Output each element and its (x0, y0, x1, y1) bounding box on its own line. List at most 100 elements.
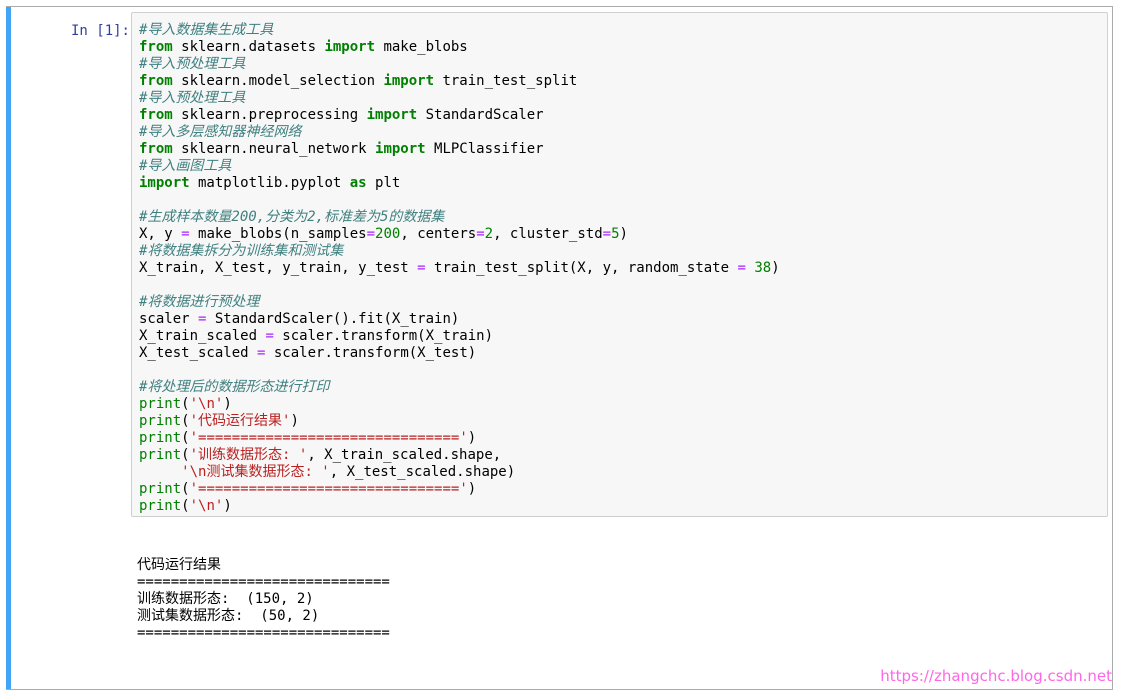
code-token: import (324, 39, 376, 55)
code-line: ​ (139, 277, 780, 294)
code-token: = (265, 328, 274, 344)
code-token: 2 (484, 226, 494, 242)
code-token: ) (619, 226, 628, 242)
code-line: X, y = make_blobs(n_samples=200, centers… (139, 226, 780, 243)
code-token: scaler.transform(X_test) (265, 345, 477, 361)
code-token: ( (181, 413, 190, 429)
code-token: 38 (754, 260, 772, 276)
watermark-url: https://zhangchc.blog.csdn.net (880, 667, 1112, 685)
code-token: #将处理后的数据形态进行打印 (139, 379, 330, 395)
code-line: print('\n') (139, 498, 780, 515)
code-token: '===============================' (189, 430, 468, 446)
cell-output: 代码运行结果 ============================== 训练数据… (137, 557, 390, 642)
code-token: #导入预处理工具 (139, 90, 246, 106)
code-token: as (349, 175, 367, 191)
code-token: train_test_split(X, y, random_state (425, 260, 738, 276)
code-token: ) (467, 481, 477, 497)
code-token: make_blobs(n_samples (189, 226, 367, 242)
code-line: print('===============================') (139, 481, 780, 498)
code-line: #生成样本数量200,分类为2,标准差为5的数据集 (139, 209, 780, 226)
code-line: ​ (139, 192, 780, 209)
code-token: ( (181, 430, 190, 446)
code-token: MLPClassifier (425, 141, 544, 157)
code-token: X_test_scaled (139, 345, 258, 361)
code-line: X_train_scaled = scaler.transform(X_trai… (139, 328, 780, 345)
output-line: 测试集数据形态: (50, 2) (137, 608, 320, 624)
code-token: from (139, 39, 173, 55)
code-cell[interactable]: In [1]: #导入数据集生成工具 from sklearn.datasets … (6, 6, 1113, 690)
code-token: train_test_split (434, 73, 578, 89)
code-token: , centers (400, 226, 477, 242)
code-token: #导入多层感知器神经网络 (139, 124, 302, 140)
code-line: #导入画图工具 (139, 158, 780, 175)
code-token: #导入预处理工具 (139, 56, 246, 72)
code-token: ( (181, 498, 190, 514)
output-line: 代码运行结果 (137, 557, 221, 573)
code-token: sklearn.datasets (172, 39, 325, 55)
code-line: #将数据进行预处理 (139, 294, 780, 311)
code-line: '\n测试集数据形态: ', X_test_scaled.shape) (139, 464, 780, 481)
code-token: = (366, 226, 376, 242)
code-token: 200 (375, 226, 401, 242)
code-line: print('===============================') (139, 430, 780, 447)
code-token: import (383, 73, 435, 89)
code-token: '训练数据形态: ' (189, 447, 308, 463)
code-token: from (139, 141, 173, 157)
input-prompt: In [1]: (70, 23, 130, 39)
code-token: sklearn.preprocessing (172, 107, 367, 123)
code-token: from (139, 73, 173, 89)
code-token: StandardScaler (417, 107, 544, 123)
code-token: ) (290, 413, 299, 429)
code-token: = (181, 226, 190, 242)
code-token: #导入画图工具 (139, 158, 232, 174)
code-token: print (139, 430, 182, 446)
code-token: StandardScaler().fit(X_train) (206, 311, 460, 327)
code-block[interactable]: #导入数据集生成工具 from sklearn.datasets import m… (139, 22, 780, 515)
code-line: X_test_scaled = scaler.transform(X_test) (139, 345, 780, 362)
code-token: '===============================' (189, 481, 468, 497)
code-token: 5 (611, 226, 620, 242)
code-token: print (139, 396, 182, 412)
code-token: = (417, 260, 426, 276)
code-line: from sklearn.model_selection import trai… (139, 73, 780, 90)
code-token: #将数据进行预处理 (139, 294, 260, 310)
code-line: from sklearn.datasets import make_blobs (139, 39, 780, 56)
code-token: matplotlib.pyplot (189, 175, 350, 191)
code-token: ( (181, 396, 190, 412)
code-token: '\n测试集数据形态: ' (181, 464, 330, 480)
code-token: scaler (139, 311, 199, 327)
code-token: '\n' (189, 396, 224, 412)
code-line: import matplotlib.pyplot as plt (139, 175, 780, 192)
code-token: ) (467, 430, 477, 446)
code-token: '\n' (189, 498, 224, 514)
output-line: 训练数据形态: (150, 2) (137, 591, 314, 607)
code-line: from sklearn.preprocessing import Standa… (139, 107, 780, 124)
code-token: X_train_scaled (139, 328, 266, 344)
code-token: print (139, 481, 182, 497)
code-editor[interactable]: #导入数据集生成工具 from sklearn.datasets import m… (131, 12, 1108, 517)
code-line: print('训练数据形态: ', X_train_scaled.shape, (139, 447, 780, 464)
code-token: '代码运行结果' (189, 413, 291, 429)
code-token: from (139, 107, 173, 123)
code-line: ​ (139, 362, 780, 379)
code-token: , cluster_std (493, 226, 603, 242)
code-token: X_train, X_test, y_train, y_test (139, 260, 418, 276)
code-line: #将处理后的数据形态进行打印 (139, 379, 780, 396)
notebook-page: In [1]: #导入数据集生成工具 from sklearn.datasets … (0, 0, 1122, 693)
code-token: #生成样本数量200,分类为2,标准差为5的数据集 (139, 209, 445, 225)
code-token: import (139, 175, 190, 191)
code-line: #将数据集拆分为训练集和测试集 (139, 243, 780, 260)
code-token: ) (771, 260, 780, 276)
code-token: ( (181, 447, 190, 463)
code-token: ) (223, 396, 232, 412)
code-token: plt (366, 175, 401, 191)
code-line: X_train, X_test, y_train, y_test = train… (139, 260, 780, 277)
code-token: #将数据集拆分为训练集和测试集 (139, 243, 344, 259)
code-token: import (375, 141, 426, 157)
code-token: ( (181, 481, 190, 497)
code-line: #导入预处理工具 (139, 90, 780, 107)
code-token: X, y (139, 226, 182, 242)
code-token: print (139, 498, 182, 514)
output-line: ============================== (137, 574, 390, 590)
